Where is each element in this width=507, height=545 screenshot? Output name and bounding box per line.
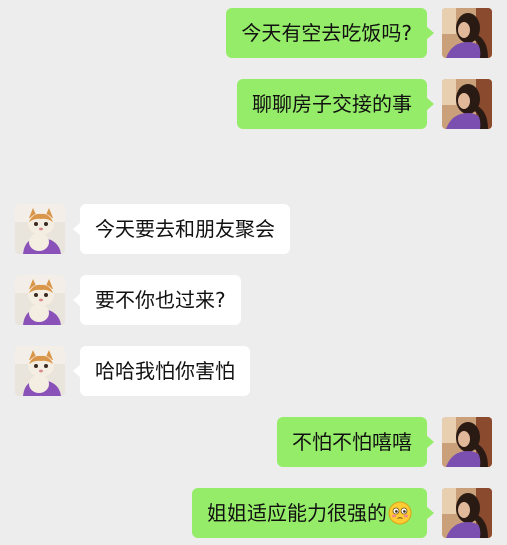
message-row-incoming: 哈哈我怕你害怕: [0, 346, 507, 396]
message-row-outgoing: 姐姐适应能力很强的: [0, 488, 507, 538]
outgoing-message-bubble[interactable]: 不怕不怕嘻嘻: [277, 417, 434, 467]
user-avatar[interactable]: [442, 417, 492, 467]
outgoing-message-bubble[interactable]: 今天有空去吃饭吗?: [226, 8, 434, 58]
user-avatar[interactable]: [442, 488, 492, 538]
user-avatar-image: [442, 488, 492, 538]
outgoing-message-bubble[interactable]: 聊聊房子交接的事: [237, 79, 434, 129]
contact-avatar[interactable]: [15, 275, 65, 325]
shy-flushed-face-emoji-icon: [388, 501, 412, 525]
chat-window: 今天有空去吃饭吗? 聊聊房子交接的事 今天要去和朋友聚会 要不你也过来? 哈哈我…: [0, 0, 507, 545]
incoming-message-bubble[interactable]: 要不你也过来?: [73, 275, 241, 325]
outgoing-message-bubble[interactable]: 姐姐适应能力很强的: [192, 488, 434, 538]
message-row-incoming: 今天要去和朋友聚会: [0, 204, 507, 254]
contact-avatar-image: [15, 204, 65, 254]
contact-avatar[interactable]: [15, 346, 65, 396]
message-row-outgoing: 不怕不怕嘻嘻: [0, 417, 507, 467]
user-avatar[interactable]: [442, 8, 492, 58]
contact-avatar[interactable]: [15, 204, 65, 254]
user-avatar-image: [442, 417, 492, 467]
user-avatar[interactable]: [442, 79, 492, 129]
message-row-incoming: 要不你也过来?: [0, 275, 507, 325]
message-text: 姐姐适应能力很强的: [207, 501, 387, 525]
user-avatar-image: [442, 8, 492, 58]
user-avatar-image: [442, 79, 492, 129]
incoming-message-bubble[interactable]: 今天要去和朋友聚会: [73, 204, 290, 254]
contact-avatar-image: [15, 275, 65, 325]
message-row-outgoing: 聊聊房子交接的事: [0, 79, 507, 129]
message-row-outgoing: 今天有空去吃饭吗?: [0, 8, 507, 58]
contact-avatar-image: [15, 346, 65, 396]
incoming-message-bubble[interactable]: 哈哈我怕你害怕: [73, 346, 250, 396]
